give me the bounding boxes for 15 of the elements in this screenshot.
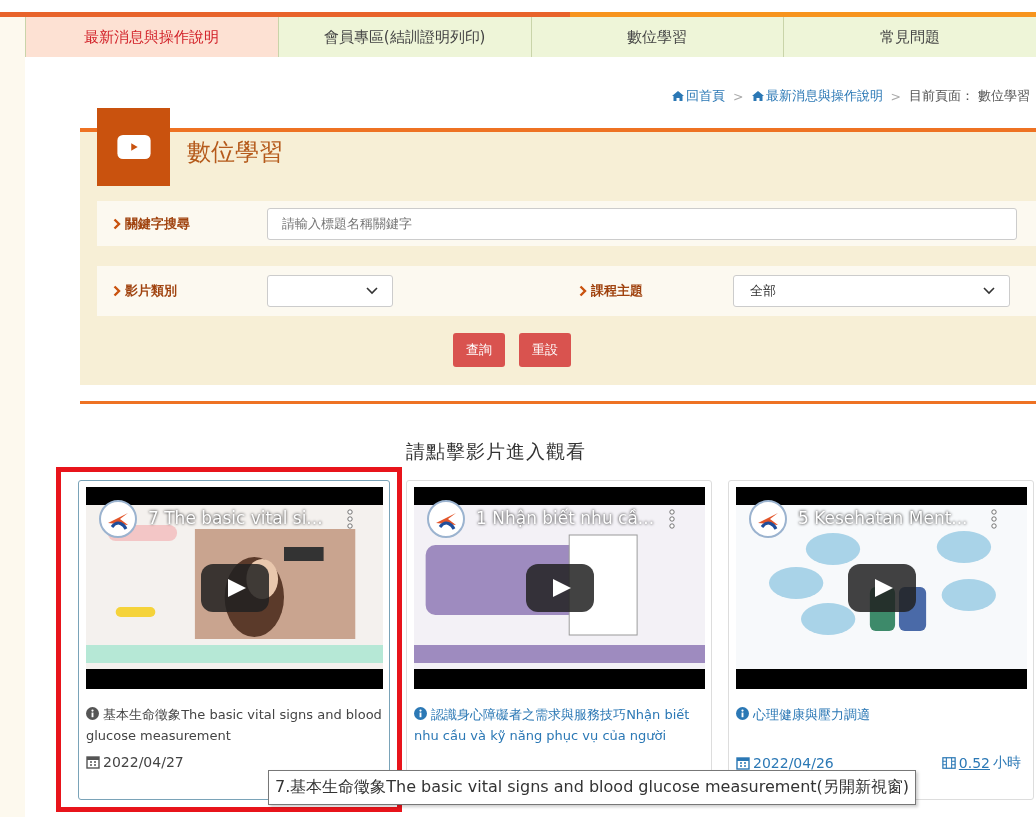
field-label: 影片類別 — [113, 282, 267, 300]
breadcrumb-separator: > — [733, 88, 744, 104]
panel-title: 數位學習 — [187, 137, 283, 168]
video-date: 2022/04/26 — [736, 754, 834, 772]
video-date: 2022/04/27 — [86, 754, 184, 770]
field-label: 課程主題 — [579, 282, 733, 300]
section-heading: 請點擊影片進入觀看 — [404, 439, 587, 464]
video-duration: 0.52 小時 — [941, 754, 1027, 772]
field-label: 關鍵字搜尋 — [113, 214, 267, 233]
breadcrumb-current: 目前頁面： 數位學習 — [909, 87, 1030, 105]
video-title: 1 Nhận biết nhu cầ... — [476, 508, 655, 528]
tooltip: 7.基本生命徵象The basic vital signs and blood glucose measurement(另開新視窗) — [268, 770, 917, 805]
video-title: 5 Kesehatan Ment... — [798, 508, 968, 528]
breadcrumb-separator: > — [890, 88, 901, 104]
video-title: 7 The basic vital si... — [148, 508, 323, 528]
